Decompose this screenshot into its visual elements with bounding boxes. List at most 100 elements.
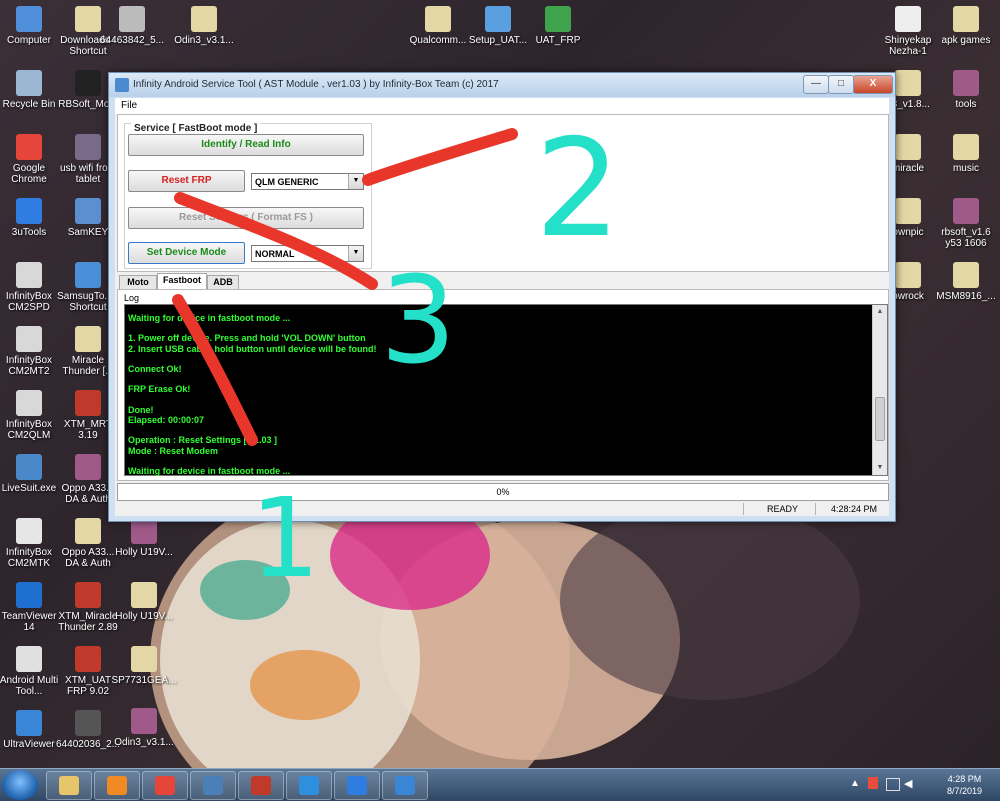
device-mode-select[interactable]: NORMAL ▼ xyxy=(251,245,364,262)
shortcut-icon xyxy=(16,646,42,672)
shortcut-icon xyxy=(895,262,921,288)
taskbar-ast-button[interactable] xyxy=(382,771,428,800)
taskbar-control-panel-button[interactable] xyxy=(190,771,236,800)
desktop-icon-label: Odin3_v3.1... xyxy=(114,737,174,748)
flag-icon[interactable] xyxy=(868,777,878,789)
desktop-icon[interactable]: music xyxy=(932,134,1000,174)
taskbar-explorer-button[interactable] xyxy=(46,771,92,800)
desktop-icon[interactable]: Holly U19V... xyxy=(110,518,178,558)
chevron-down-icon: ▼ xyxy=(348,246,363,261)
maximize-button[interactable]: □ xyxy=(828,75,854,94)
shortcut-icon xyxy=(16,70,42,96)
scroll-up-icon[interactable]: ▲ xyxy=(873,305,887,319)
taskbar-chrome-button[interactable] xyxy=(142,771,188,800)
volume-icon[interactable]: ◀ xyxy=(904,777,912,790)
shortcut-icon xyxy=(75,134,101,160)
shortcut-icon xyxy=(75,710,101,736)
desktop-icon[interactable]: tools xyxy=(932,70,1000,110)
log-output[interactable]: Waiting for device in fastboot mode ... … xyxy=(124,304,888,476)
tab-fastboot[interactable]: Fastboot xyxy=(157,273,207,289)
service-group: Service [ FastBoot mode ] Identify / Rea… xyxy=(124,123,372,269)
shortcut-icon xyxy=(191,6,217,32)
start-button[interactable] xyxy=(2,770,38,800)
desktop-icon[interactable]: UAT_FRP xyxy=(524,6,592,46)
shortcut-icon xyxy=(953,6,979,32)
taskbar: ▲ ◀ 4:28 PM 8/7/2019 xyxy=(0,768,1000,801)
toolbox-icon xyxy=(251,776,271,795)
shortcut-icon xyxy=(545,6,571,32)
media-player-icon xyxy=(107,776,127,795)
tab-adb[interactable]: ADB xyxy=(207,275,239,289)
reset-settings-button[interactable]: Reset Settings ( Format FS ) xyxy=(128,207,364,229)
shortcut-icon xyxy=(16,518,42,544)
desktop-icon-label: Setup_UAT... xyxy=(468,35,528,46)
shortcut-icon xyxy=(16,710,42,736)
shortcut-icon xyxy=(75,198,101,224)
scroll-down-icon[interactable]: ▼ xyxy=(873,461,887,475)
chevron-down-icon: ▼ xyxy=(348,174,363,189)
shortcut-icon xyxy=(16,198,42,224)
taskbar-3utools-button[interactable] xyxy=(334,771,380,800)
shortcut-icon xyxy=(131,708,157,734)
clock[interactable]: 4:28 PM 8/7/2019 xyxy=(947,773,982,797)
desktop-icon[interactable]: Odin3_v3.1... xyxy=(170,6,238,46)
shortcut-icon xyxy=(953,262,979,288)
desktop-icon[interactable]: Holly U19V... xyxy=(110,582,178,622)
shortcut-icon xyxy=(895,198,921,224)
menu-file[interactable]: File xyxy=(121,100,137,111)
reset-frp-button[interactable]: Reset FRP xyxy=(128,170,245,192)
menu-bar: File xyxy=(115,98,889,114)
status-divider xyxy=(743,503,744,515)
bg-photo-shape xyxy=(250,650,360,720)
control-panel-icon xyxy=(203,776,223,795)
desktop-icon[interactable]: Qualcomm... xyxy=(404,6,472,46)
desktop-icon[interactable]: SP7731GEA... xyxy=(110,646,178,686)
desktop-icon-label: rbsoft_v1.6 y53 1606 xyxy=(941,227,991,249)
tray-arrow-icon[interactable]: ▲ xyxy=(850,778,860,789)
taskbar-media-player-button[interactable] xyxy=(94,771,140,800)
identify-button[interactable]: Identify / Read Info xyxy=(128,134,364,156)
service-group-label: Service [ FastBoot mode ] xyxy=(131,123,261,134)
status-state: READY xyxy=(767,504,799,514)
shortcut-icon xyxy=(75,262,101,288)
set-device-mode-button[interactable]: Set Device Mode xyxy=(128,242,245,264)
explorer-icon xyxy=(59,776,79,795)
shortcut-icon xyxy=(16,134,42,160)
desktop-icon[interactable]: 64463842_5... xyxy=(98,6,166,46)
network-icon[interactable] xyxy=(886,778,900,791)
shortcut-icon xyxy=(16,262,42,288)
minimize-button[interactable]: — xyxy=(803,75,829,94)
desktop-icon[interactable]: MSM8916_... xyxy=(932,262,1000,302)
shortcut-icon xyxy=(16,582,42,608)
desktop-icon[interactable]: rbsoft_v1.6 y53 1606 xyxy=(932,198,1000,249)
desktop-icon-label: 64463842_5... xyxy=(100,35,164,46)
desktop-icon-label: apk games xyxy=(941,35,991,46)
status-bar: READY 4:28:24 PM xyxy=(115,503,889,516)
shortcut-icon xyxy=(131,582,157,608)
chrome-icon xyxy=(155,776,175,795)
close-button[interactable]: X xyxy=(853,75,893,94)
status-time: 4:28:24 PM xyxy=(831,504,878,514)
desktop-icon[interactable]: Odin3_v3.1... xyxy=(110,708,178,748)
device-mode-value: NORMAL xyxy=(255,249,295,259)
shortcut-icon xyxy=(75,518,101,544)
shortcut-icon xyxy=(75,646,101,672)
shortcut-icon xyxy=(75,326,101,352)
taskbar-toolbox-button[interactable] xyxy=(238,771,284,800)
progress-bar: 0% xyxy=(117,483,889,501)
ast-icon xyxy=(395,776,415,795)
shortcut-icon xyxy=(485,6,511,32)
clock-date: 8/7/2019 xyxy=(946,786,982,796)
desktop-icon-label: MSM8916_... xyxy=(936,291,996,302)
desktop-icon[interactable]: apk games xyxy=(932,6,1000,46)
tab-moto[interactable]: Moto xyxy=(119,275,157,289)
window-title: Infinity Android Service Tool ( AST Modu… xyxy=(133,79,499,90)
log-text: Waiting for device in fastboot mode ... … xyxy=(128,313,377,477)
scroll-thumb[interactable] xyxy=(875,397,885,441)
taskbar-ie-button[interactable] xyxy=(286,771,332,800)
frp-method-select[interactable]: QLM GENERIC ▼ xyxy=(251,173,364,190)
title-bar[interactable]: Infinity Android Service Tool ( AST Modu… xyxy=(109,73,895,97)
log-scrollbar[interactable]: ▲ ▼ xyxy=(872,305,887,475)
desktop-icon[interactable]: Setup_UAT... xyxy=(464,6,532,46)
service-panel: Service [ FastBoot mode ] Identify / Rea… xyxy=(117,114,889,272)
